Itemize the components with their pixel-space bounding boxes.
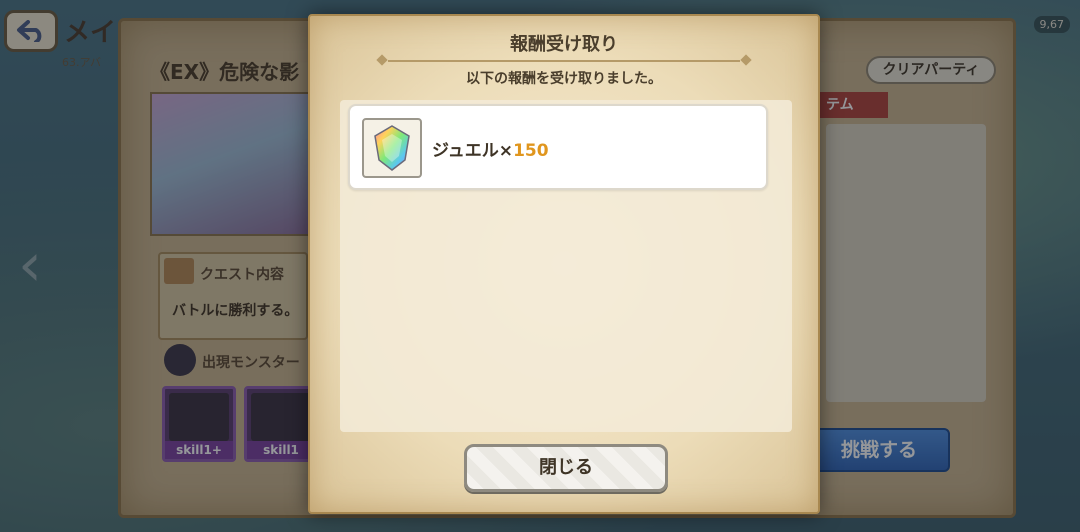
reward-name: ジュエル× xyxy=(432,141,514,161)
modal-title: 報酬受け取り xyxy=(510,34,618,55)
reward-item: ジュエル×150 xyxy=(348,104,768,190)
rainbow-jewel-icon xyxy=(362,118,422,178)
modal-message: 以下の報酬を受け取りました。 xyxy=(466,71,662,87)
reward-modal: 報酬受け取り 以下の報酬を受け取りました。 ジュエル×150 閉じる xyxy=(308,14,820,514)
title-divider xyxy=(388,60,740,62)
reward-label: ジュエル×150 xyxy=(432,136,549,161)
reward-count: 150 xyxy=(513,141,549,161)
close-button[interactable]: 閉じる xyxy=(464,444,668,492)
